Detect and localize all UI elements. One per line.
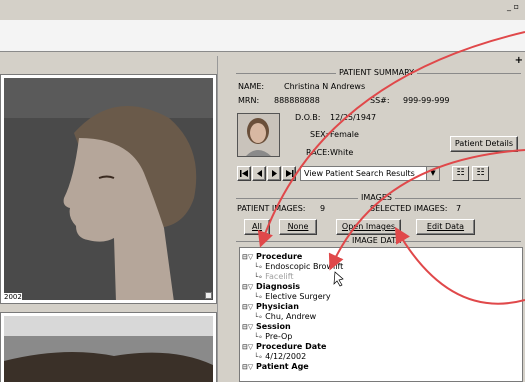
name-label: NAME:	[238, 82, 265, 91]
binoculars-search-icon[interactable]: ☷	[452, 166, 469, 181]
window-controls[interactable]: _ ▫	[507, 2, 519, 11]
tree-node-patient-age[interactable]: ⊟▽ Patient Age	[242, 362, 309, 371]
tree-leaf-icon: └∘	[254, 333, 263, 341]
tree-expand-icon[interactable]: ⊟▽	[242, 303, 253, 311]
prev-record-button[interactable]	[252, 166, 266, 181]
mrn-value: 888888888	[274, 96, 320, 105]
image-thumbnail-1[interactable]: 2002	[0, 74, 217, 304]
tree-leaf-icon: └∘	[254, 263, 263, 271]
tree-leaf-facelift[interactable]: └∘ Facelift	[254, 272, 294, 281]
tree-node-procedure[interactable]: ⊟▽ Procedure	[242, 252, 302, 261]
ssn-value: 999-99-999	[403, 96, 450, 105]
tree-leaf-icon: └∘	[254, 313, 263, 321]
first-record-button[interactable]	[237, 166, 251, 181]
open-images-button[interactable]: Open Images	[336, 219, 401, 235]
selected-images-label: SELECTED IMAGES:	[370, 204, 448, 213]
patient-images-count: 9	[320, 204, 326, 213]
tree-leaf-icon: └∘	[254, 273, 263, 281]
patient-images-label: PATIENT IMAGES:	[237, 204, 306, 213]
ssn-label: SS#:	[370, 96, 390, 105]
selected-images-count: 7	[456, 204, 462, 213]
race-label: RACE:	[306, 148, 330, 157]
tree-leaf-date[interactable]: └∘ 4/12/2002	[254, 352, 306, 361]
patient-summary-title: PATIENT SUMMARY	[234, 68, 519, 77]
tree-leaf-icon: └∘	[254, 293, 263, 301]
search-results-select[interactable]: View Patient Search Results ▼	[300, 166, 440, 181]
tree-expand-icon[interactable]: ⊟▽	[242, 253, 253, 261]
sex-value: Female	[330, 130, 359, 139]
toolbar-area	[0, 20, 525, 52]
image-thumbnail-2[interactable]	[0, 312, 217, 382]
edit-data-button[interactable]: Edit Data	[416, 219, 475, 235]
name-value: Christina N Andrews	[284, 82, 366, 91]
image-pane-scrollbar[interactable]	[217, 56, 231, 382]
image-select-checkbox[interactable]	[205, 292, 212, 299]
patient-photo-2	[4, 316, 213, 382]
last-record-button[interactable]	[282, 166, 296, 181]
dob-value: 12/25/1947	[330, 113, 377, 122]
tree-leaf-pre-op[interactable]: └∘ Pre-Op	[254, 332, 292, 341]
patient-photo-profile	[4, 78, 213, 300]
patient-details-button[interactable]: Patient Details	[450, 136, 518, 152]
image-data-title: IMAGE DATA	[234, 236, 519, 245]
race-value: White	[330, 148, 354, 157]
image-viewer-pane: 2002	[0, 56, 233, 382]
tree-expand-icon[interactable]: ⊟▽	[242, 343, 253, 351]
patient-photo-thumbnail	[237, 113, 280, 157]
image-data-tree[interactable]: ⊟▽ Procedure └∘ Endoscopic Browlift └∘ F…	[239, 247, 523, 382]
mrn-label: MRN:	[238, 96, 260, 105]
tree-node-session[interactable]: ⊟▽ Session	[242, 322, 291, 331]
select-none-button[interactable]: None	[279, 219, 317, 235]
select-all-button[interactable]: All	[244, 219, 270, 235]
tree-leaf-endoscopic-browlift[interactable]: └∘ Endoscopic Browlift	[254, 262, 343, 271]
next-record-button[interactable]	[267, 166, 281, 181]
tree-node-procedure-date[interactable]: ⊟▽ Procedure Date	[242, 342, 326, 351]
dob-label: D.O.B:	[295, 113, 321, 122]
tree-leaf-elective-surgery[interactable]: └∘ Elective Surgery	[254, 292, 331, 301]
tree-node-physician[interactable]: ⊟▽ Physician	[242, 302, 299, 311]
sex-label: SEX:	[310, 130, 329, 139]
tree-node-diagnosis[interactable]: ⊟▽ Diagnosis	[242, 282, 300, 291]
image-date-caption: 2002	[4, 293, 22, 301]
chevron-down-icon[interactable]: ▼	[426, 167, 439, 180]
tree-leaf-chu-andrew[interactable]: └∘ Chu, Andrew	[254, 312, 316, 321]
tree-expand-icon[interactable]: ⊟▽	[242, 283, 253, 291]
title-bar: _ ▫	[0, 0, 525, 20]
tree-expand-icon[interactable]: ⊟▽	[242, 323, 253, 331]
patient-panel: + PATIENT SUMMARY NAME: Christina N Andr…	[234, 55, 525, 382]
tree-leaf-icon: └∘	[254, 353, 263, 361]
images-title: IMAGES	[234, 193, 519, 202]
tree-expand-icon[interactable]: ⊟▽	[242, 363, 253, 371]
app-window: _ ▫ 2002 + PATIENT SUMMARY NAME: Christi…	[0, 0, 525, 382]
expand-icon[interactable]: +	[515, 55, 523, 66]
binoculars-next-icon[interactable]: ☷	[472, 166, 489, 181]
